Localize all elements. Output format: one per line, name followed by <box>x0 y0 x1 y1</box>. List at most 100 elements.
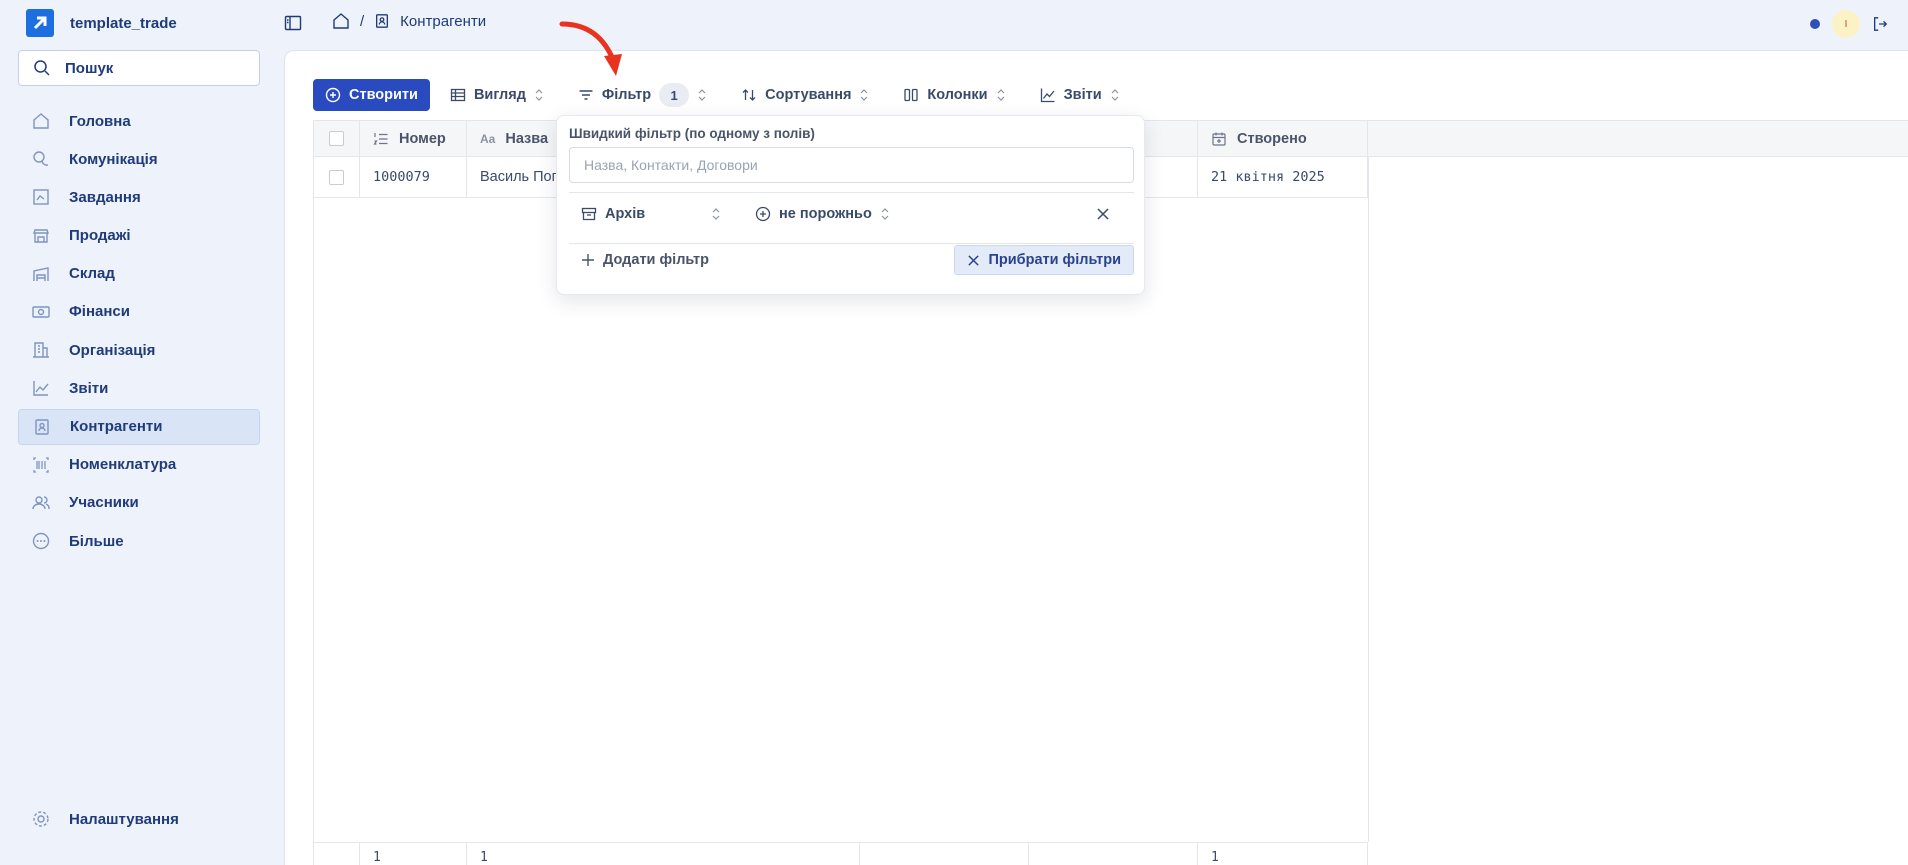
filter-count-badge: 1 <box>659 83 690 107</box>
filter-label: Фільтр <box>601 87 652 103</box>
sidebar-item-organization[interactable]: Організація <box>18 332 260 368</box>
sidebar-item-warehouse[interactable]: Склад <box>18 256 260 292</box>
cell-created: 21 квітня 2025 <box>1198 157 1368 197</box>
avatar[interactable]: I <box>1832 10 1860 38</box>
sidebar-item-sales[interactable]: Продажі <box>18 218 260 254</box>
select-all-checkbox[interactable] <box>329 131 344 146</box>
sidebar-item-tasks[interactable]: Завдання <box>18 179 260 215</box>
create-label: Створити <box>349 87 418 103</box>
filter-button[interactable]: Фільтр 1 <box>578 83 707 107</box>
column-header-label: Створено <box>1237 130 1307 147</box>
status-dot-icon <box>1810 19 1820 29</box>
search-icon <box>33 59 51 77</box>
app-name: template_trade <box>70 14 177 32</box>
footer-cell-number: 1 <box>360 843 467 865</box>
footer-cell-created: 1 <box>1198 843 1368 865</box>
filter-actions: Додати фільтр Прибрати фільтри <box>569 244 1134 276</box>
sort-icon <box>741 87 757 103</box>
column-header-number[interactable]: Номер <box>360 121 467 156</box>
home-icon[interactable] <box>332 12 350 30</box>
column-header-label: Номер <box>399 130 446 147</box>
clear-filters-label: Прибрати фільтри <box>988 252 1121 268</box>
more-icon <box>32 532 50 550</box>
contact-icon <box>374 13 390 29</box>
quick-filter-input[interactable]: Назва, Контакти, Договори <box>569 147 1134 183</box>
reports-button[interactable]: Звіти <box>1040 87 1120 103</box>
footer-cell-name: 1 <box>467 843 860 865</box>
view-button[interactable]: Вигляд <box>450 87 544 103</box>
users-icon <box>32 494 50 512</box>
divider <box>569 192 1134 193</box>
sidebar-item-label: Комунікація <box>69 150 158 168</box>
column-header-label: Назва <box>505 130 549 147</box>
contact-icon <box>33 418 51 436</box>
columns-icon <box>903 87 919 103</box>
clear-filters-button[interactable]: Прибрати фільтри <box>954 245 1134 275</box>
close-icon[interactable] <box>1096 207 1110 221</box>
annotation-arrow-icon <box>559 21 622 76</box>
app-logo-icon <box>26 9 54 37</box>
sidebar-item-members[interactable]: Учасники <box>18 485 260 521</box>
home-icon <box>32 112 50 130</box>
sidebar-item-more[interactable]: Більше <box>18 523 260 559</box>
sidebar-toggle-icon[interactable] <box>284 14 302 32</box>
columns-button[interactable]: Колонки <box>903 87 1005 103</box>
plus-circle-icon <box>325 87 341 103</box>
condition-operator-select[interactable]: не порожньо <box>755 206 890 222</box>
sidebar-item-label: Номенклатура <box>69 456 177 474</box>
sidebar-item-reports[interactable]: Звіти <box>18 370 260 406</box>
quick-filter-title: Швидкий фільтр (по одному з полів) <box>569 126 815 141</box>
archive-icon <box>581 206 597 222</box>
sidebar-item-nomenclature[interactable]: Номенклатура <box>18 447 260 483</box>
sidebar-item-contractors[interactable]: Контрагенти <box>18 408 260 445</box>
sidebar-item-finance[interactable]: Фінанси <box>18 294 260 330</box>
footer-cell-col4 <box>1029 843 1198 865</box>
condition-operator-label: не порожньо <box>779 206 872 222</box>
chevron-updown-icon <box>711 207 721 221</box>
chat-icon <box>32 150 50 168</box>
barcode-icon <box>32 456 50 474</box>
filter-icon <box>578 87 594 103</box>
add-filter-button[interactable]: Додати фільтр <box>569 252 709 268</box>
chevron-updown-icon <box>697 88 707 102</box>
sidebar-item-label: Звіти <box>69 379 109 397</box>
chevron-updown-icon <box>534 88 544 102</box>
numbered-list-icon <box>373 131 389 147</box>
cell-number: 1000079 <box>360 157 467 197</box>
footer-cell-col3 <box>860 843 1029 865</box>
settings-label: Налаштування <box>69 810 179 828</box>
money-icon <box>32 303 50 321</box>
footer-cell-select <box>314 843 360 865</box>
condition-field-select[interactable]: Архів <box>581 206 751 222</box>
sort-button[interactable]: Сортування <box>741 87 869 103</box>
search-label: Пошук <box>65 59 114 77</box>
sidebar-item-communication[interactable]: Комунікація <box>18 141 260 177</box>
table-right-border <box>1368 157 1369 842</box>
breadcrumb: / Контрагенти <box>332 12 486 30</box>
toolbar: Створити Вигляд Фільтр 1 Сортування Коло… <box>313 79 1154 111</box>
search-box[interactable]: Пошук <box>18 50 260 86</box>
close-icon <box>967 254 980 267</box>
top-bar: / Контрагенти I <box>284 0 1908 50</box>
sidebar: template_trade Пошук Головна Комунікація… <box>0 0 284 865</box>
row-select-cell <box>314 157 360 197</box>
sidebar-item-label: Учасники <box>69 494 139 512</box>
add-filter-label: Додати фільтр <box>603 252 710 268</box>
sidebar-item-home[interactable]: Головна <box>18 103 260 139</box>
breadcrumb-separator: / <box>360 12 365 30</box>
sidebar-item-label: Організація <box>69 341 156 359</box>
column-header-created[interactable]: Створено <box>1198 121 1368 156</box>
top-right-actions: I <box>1810 10 1888 38</box>
calendar-icon <box>1211 131 1227 147</box>
select-all-cell <box>314 121 360 156</box>
breadcrumb-current[interactable]: Контрагенти <box>400 13 486 30</box>
chart-icon <box>1040 87 1056 103</box>
brand[interactable]: template_trade <box>26 9 177 37</box>
warehouse-icon <box>32 265 50 283</box>
row-checkbox[interactable] <box>329 169 344 185</box>
text-type-icon: Aa <box>480 131 496 146</box>
create-button[interactable]: Створити <box>313 79 430 111</box>
sidebar-item-label: Контрагенти <box>70 418 163 435</box>
sidebar-item-settings[interactable]: Налаштування <box>18 801 260 837</box>
logout-icon[interactable] <box>1872 16 1888 32</box>
